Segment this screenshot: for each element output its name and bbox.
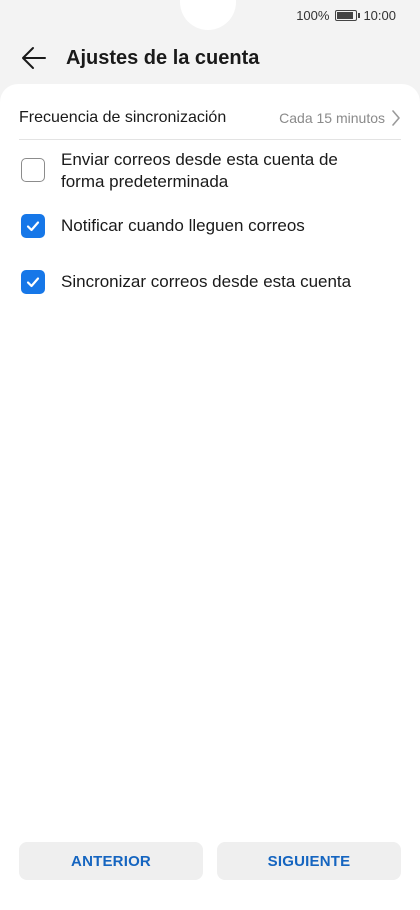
chevron-right-icon	[392, 109, 400, 126]
checkbox-notify[interactable]	[21, 214, 45, 238]
sync-frequency-value: Cada 15 minutos	[279, 109, 385, 126]
status-bar: 100% 10:00	[0, 0, 420, 32]
sync-frequency-value-group: Cada 15 minutos	[279, 110, 401, 126]
back-button[interactable]	[14, 38, 54, 78]
app-bar: Ajustes de la cuenta	[0, 32, 420, 84]
option-send-default-label: Enviar correos desde esta cuenta de form…	[61, 150, 338, 191]
battery-icon	[335, 9, 361, 21]
sync-frequency-label: Frecuencia de sincronización	[19, 108, 227, 126]
option-sync[interactable]: Sincronizar correos desde esta cuenta	[21, 270, 401, 294]
option-send-default[interactable]: Enviar correos desde esta cuenta de form…	[21, 149, 401, 193]
checkmark-icon	[26, 277, 40, 288]
next-button[interactable]: SIGUIENTE	[217, 842, 401, 880]
sync-frequency-row[interactable]: Frecuencia de sincronización Cada 15 min…	[19, 96, 401, 140]
option-notify[interactable]: Notificar cuando lleguen correos	[21, 214, 401, 238]
checkbox-sync[interactable]	[21, 270, 45, 294]
arrow-left-icon	[22, 47, 46, 69]
battery-percentage: 100%	[296, 7, 330, 23]
settings-panel: Frecuencia de sincronización Cada 15 min…	[0, 84, 420, 910]
page-title: Ajustes de la cuenta	[66, 46, 260, 69]
checkbox-send-default[interactable]	[21, 158, 45, 182]
status-indicators: 100% 10:00	[296, 6, 396, 24]
option-notify-label: Notificar cuando lleguen correos	[61, 216, 305, 235]
bottom-navigation: ANTERIOR SIGUIENTE	[19, 842, 401, 880]
previous-button[interactable]: ANTERIOR	[19, 842, 203, 880]
camera-notch	[180, 0, 236, 30]
clock: 10:00	[363, 7, 396, 23]
checkmark-icon	[26, 221, 40, 232]
option-sync-label: Sincronizar correos desde esta cuenta	[61, 272, 352, 291]
